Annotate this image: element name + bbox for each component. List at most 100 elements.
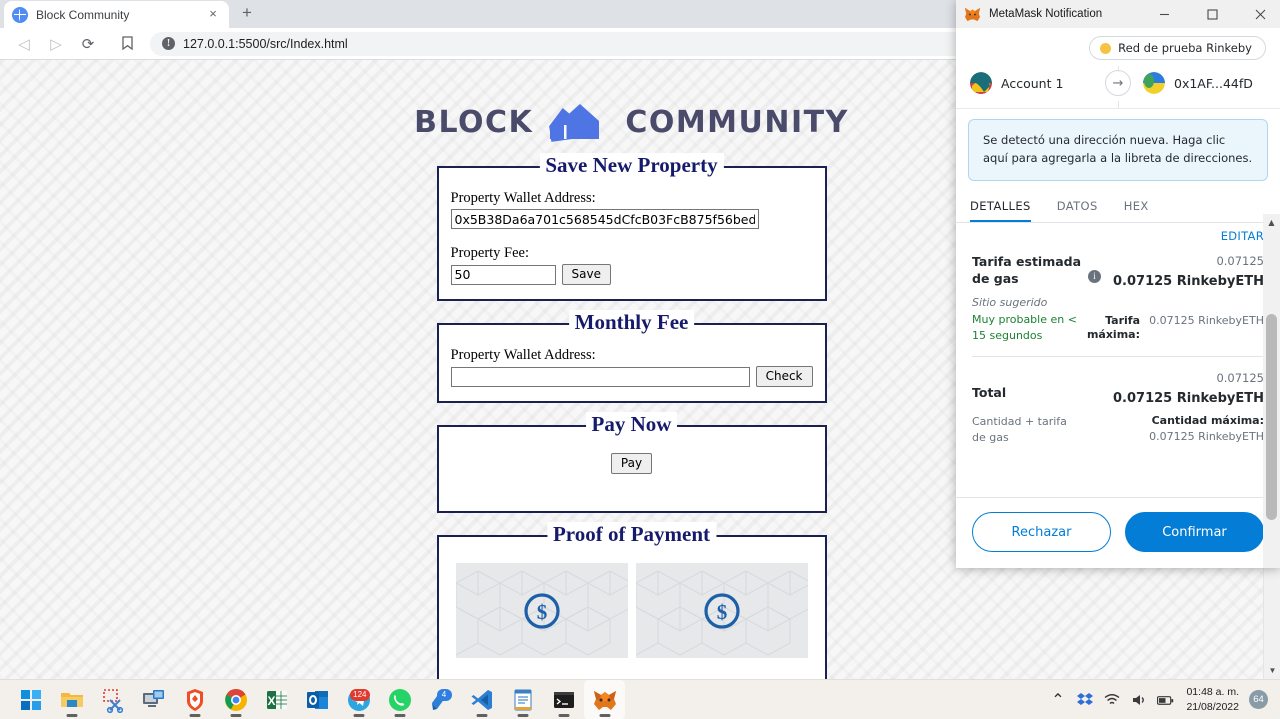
account-transfer-row: Account 1 → 0x1AF...44fD <box>956 66 1280 109</box>
chevron-up-icon[interactable]: ⌃ <box>1049 691 1066 709</box>
reject-button[interactable]: Rechazar <box>972 512 1111 552</box>
close-icon[interactable] <box>1240 0 1280 28</box>
vscode-button[interactable] <box>461 680 502 719</box>
forward-icon[interactable]: ▷ <box>42 30 70 58</box>
microsoft-outlook-button[interactable] <box>297 680 338 719</box>
gas-fee-amount-small: 0.07125 <box>1216 253 1264 268</box>
brave-browser-button[interactable] <box>174 680 215 719</box>
notepad-icon <box>514 689 531 710</box>
property-wallet-address-label: Property Wallet Address: <box>450 190 596 206</box>
not-secure-icon[interactable]: ! <box>162 37 175 50</box>
tab-datos[interactable]: DATOS <box>1057 193 1098 222</box>
fox-icon <box>593 690 616 710</box>
panel-legend: Pay Now <box>585 412 678 437</box>
gas-fee-source: Sitio sugerido <box>972 295 1048 309</box>
gas-fee-top: Tarifa estimada de gas i 0.07125 0.07125… <box>972 254 1264 289</box>
total-max-col: Cantidad máxima: 0.07125 RinkebyETH <box>1084 414 1264 443</box>
property-fee-input[interactable] <box>450 264 556 285</box>
from-account[interactable]: Account 1 <box>970 72 1093 94</box>
brand-right: COMMUNITY <box>625 104 849 140</box>
to-avatar <box>1143 72 1165 94</box>
network-selector[interactable]: Red de prueba Rinkeby <box>1089 36 1266 60</box>
new-address-alert[interactable]: Se detectó una dirección nueva. Haga cli… <box>968 119 1268 181</box>
total-top: Total 0.07125 0.07125 RinkebyETH <box>972 371 1264 406</box>
edit-gas-link[interactable]: EDITAR <box>1221 229 1264 243</box>
save-new-property-panel: Save New Property Property Wallet Addres… <box>436 153 827 301</box>
save-button[interactable]: Save <box>561 264 611 285</box>
panel-legend: Proof of Payment <box>546 522 717 547</box>
connector-line-bottom <box>1118 101 1119 108</box>
notepad-button[interactable] <box>502 680 543 719</box>
minimize-icon[interactable] <box>1144 0 1184 28</box>
dropbox-icon[interactable] <box>1076 691 1093 708</box>
bookmark-icon[interactable] <box>114 30 140 58</box>
panel-legend: Monthly Fee <box>568 310 695 335</box>
browser-tab[interactable]: Block Community × <box>4 1 229 28</box>
notification-count-badge[interactable]: 64 <box>1249 690 1268 709</box>
check-button[interactable]: Check <box>755 366 813 387</box>
microsoft-excel-button[interactable]: X <box>256 680 297 719</box>
total-amount-small: 0.07125 <box>1216 370 1264 385</box>
network-status-dot-icon <box>1100 42 1112 54</box>
metamask-button[interactable] <box>584 679 625 719</box>
telegram-button[interactable]: 124 <box>338 680 379 719</box>
gas-fee-label-col: Tarifa estimada de gas <box>972 254 1084 288</box>
close-icon[interactable]: × <box>205 6 221 23</box>
metamask-body: Red de prueba Rinkeby Account 1 → 0x1AF.… <box>956 28 1280 568</box>
to-account-address: 0x1AF...44fD <box>1174 75 1253 91</box>
confirm-button[interactable]: Confirmar <box>1125 512 1264 552</box>
whatsapp-button[interactable] <box>379 680 420 719</box>
vscode-icon <box>471 689 492 710</box>
proof-card[interactable]: $ <box>455 563 628 658</box>
scrollbar-thumb[interactable] <box>1266 314 1277 520</box>
to-account[interactable]: 0x1AF...44fD <box>1143 72 1266 94</box>
gas-fee-title: Tarifa estimada de gas <box>972 253 1082 286</box>
tab-hex[interactable]: HEX <box>1124 193 1149 222</box>
property-fee-row: Save <box>450 264 813 285</box>
network-label: Red de prueba Rinkeby <box>1118 41 1252 55</box>
taskbar-app-list: X 124 4 <box>0 679 625 719</box>
gas-fee-speed: Muy probable en < 15 segundos <box>972 312 1077 342</box>
dollar-coin-icon: $ <box>703 592 740 629</box>
clock[interactable]: 01:48 a. m. 21/08/2022 <box>1186 685 1239 713</box>
proof-card[interactable]: $ <box>635 563 808 658</box>
brave-lion-icon <box>186 688 203 711</box>
back-icon[interactable]: ◁ <box>10 30 38 58</box>
tab-detalles[interactable]: DETALLES <box>970 193 1031 222</box>
start-button[interactable] <box>10 680 51 719</box>
outlook-icon <box>306 690 328 709</box>
metamask-fox-icon <box>965 7 980 21</box>
scroll-up-icon[interactable]: ▲ <box>1263 214 1280 231</box>
metamask-scrollbar[interactable]: ▲ ▼ <box>1263 214 1280 568</box>
reload-icon[interactable]: ⟳ <box>74 30 102 58</box>
edit-row: EDITAR <box>972 223 1264 244</box>
total-bottom: Cantidad + tarifa de gas Cantidad máxima… <box>972 414 1264 447</box>
panel-legend: Save New Property <box>539 153 724 178</box>
info-icon[interactable]: i <box>1088 269 1101 283</box>
scroll-down-icon[interactable]: ▼ <box>1264 662 1280 679</box>
google-chrome-button[interactable] <box>215 680 256 719</box>
metamask-titlebar: MetaMask Notification <box>956 0 1280 28</box>
remote-desktop-button[interactable] <box>133 680 174 719</box>
postman-button[interactable]: 4 <box>420 680 461 719</box>
battery-icon[interactable] <box>1157 691 1174 708</box>
volume-icon[interactable] <box>1130 691 1147 708</box>
total-title: Total <box>972 384 1007 400</box>
snipping-tool-button[interactable] <box>92 680 133 719</box>
transfer-arrow-icon: → <box>1105 70 1131 96</box>
details-content: EDITAR Tarifa estimada de gas i 0.07125 … <box>956 223 1280 463</box>
total-block: Total 0.07125 0.07125 RinkebyETH Cantida… <box>972 357 1264 463</box>
pay-button[interactable]: Pay <box>610 452 653 474</box>
file-explorer-button[interactable] <box>51 680 92 719</box>
new-tab-button[interactable]: + <box>233 1 261 28</box>
from-avatar <box>970 72 992 94</box>
property-wallet-address-input[interactable] <box>450 209 759 229</box>
maximize-icon[interactable] <box>1192 0 1232 28</box>
globe-icon <box>12 6 28 23</box>
terminal-button[interactable] <box>543 680 584 719</box>
monthly-fee-address-input[interactable] <box>450 366 750 387</box>
wifi-icon[interactable] <box>1103 691 1120 708</box>
monthly-fee-panel: Monthly Fee Property Wallet Address: Che… <box>436 310 827 403</box>
network-row: Red de prueba Rinkeby <box>956 28 1280 66</box>
proof-of-payment-panel: Proof of Payment $ $ <box>436 522 827 679</box>
